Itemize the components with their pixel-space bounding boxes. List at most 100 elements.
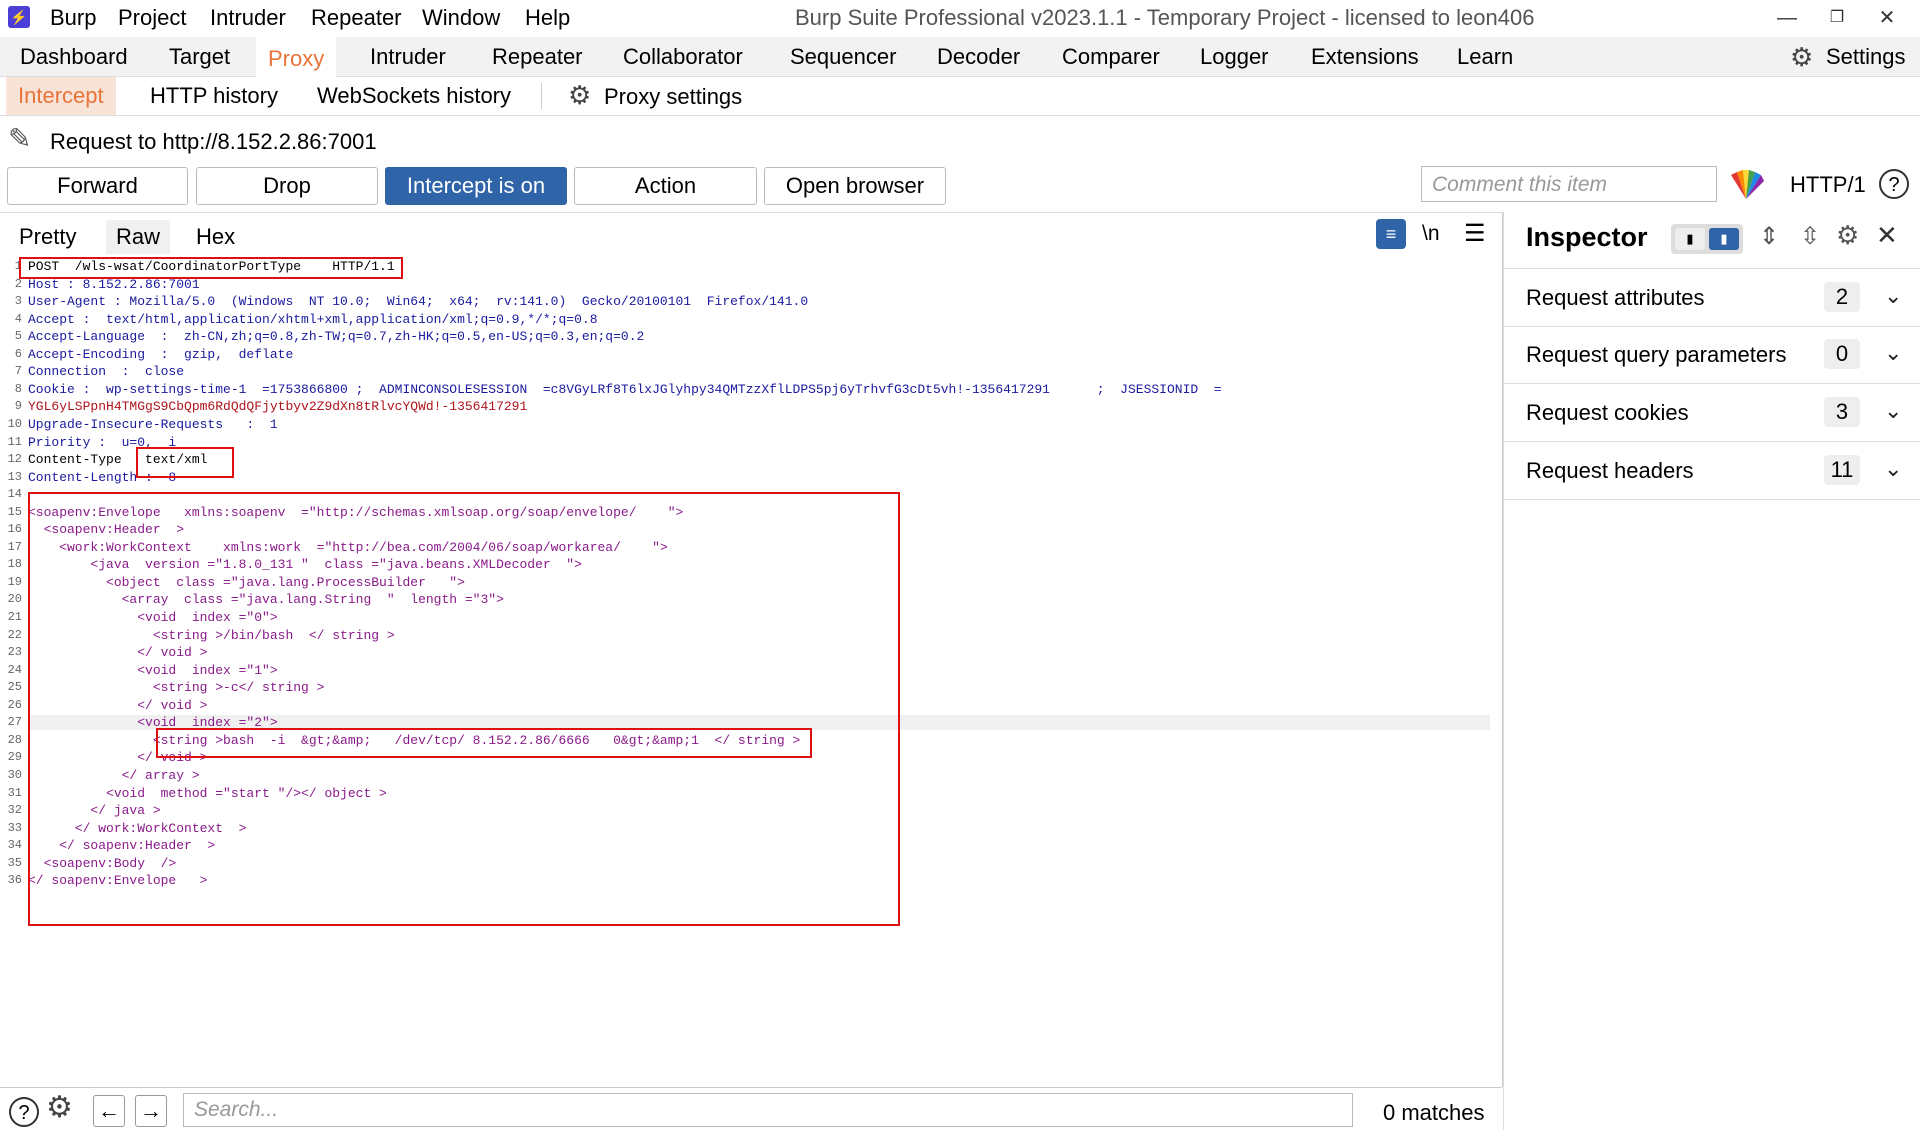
line-number: 4	[14, 311, 22, 326]
tab-target[interactable]: Target	[157, 37, 242, 76]
tab-learn[interactable]: Learn	[1445, 37, 1525, 76]
minimize-icon[interactable]: —	[1762, 2, 1812, 34]
tab-decoder[interactable]: Decoder	[925, 37, 1032, 76]
inspector-section-query-parameters[interactable]: Request query parameters 0 ⌄	[1504, 326, 1920, 384]
annotation-box-soap-body	[28, 492, 900, 926]
gear-icon[interactable]: ⚙	[568, 80, 591, 111]
drop-button[interactable]: Drop	[196, 167, 378, 205]
menu-intruder[interactable]: Intruder	[210, 5, 286, 31]
tab-sequencer[interactable]: Sequencer	[778, 37, 908, 76]
divider	[541, 83, 542, 109]
line-number: 12	[7, 452, 22, 467]
line-number: 35	[7, 855, 22, 870]
open-browser-button[interactable]: Open browser	[764, 167, 946, 205]
gear-icon[interactable]: ⚙	[1836, 220, 1859, 251]
expand-all-icon[interactable]: ⇕	[1759, 222, 1779, 251]
code-line: Accept-Encoding : gzip, deflate	[28, 346, 294, 362]
line-number: 18	[7, 557, 22, 572]
tab-pretty[interactable]: Pretty	[9, 220, 86, 254]
restore-icon[interactable]: ❐	[1812, 2, 1862, 34]
tab-extensions[interactable]: Extensions	[1299, 37, 1431, 76]
menu-burp[interactable]: Burp	[50, 5, 96, 31]
tab-dashboard[interactable]: Dashboard	[8, 37, 140, 76]
layout-split-icon[interactable]: ▮	[1709, 228, 1739, 250]
chevron-down-icon[interactable]: ⌄	[1884, 456, 1902, 482]
line-number: 11	[7, 434, 22, 449]
tab-logger[interactable]: Logger	[1188, 37, 1281, 76]
line-number: 16	[7, 522, 22, 537]
code-line: Cookie : wp-settings-time-1 =1753866800 …	[28, 381, 1222, 397]
proxy-settings-link[interactable]: Proxy settings	[604, 84, 742, 110]
collapse-all-icon[interactable]: ⇳	[1800, 222, 1820, 251]
tab-collaborator[interactable]: Collaborator	[611, 37, 755, 76]
close-icon[interactable]: ✕	[1876, 220, 1898, 251]
inspector-section-headers[interactable]: Request headers 11 ⌄	[1504, 442, 1920, 500]
line-number: 20	[7, 592, 22, 607]
match-count: 0 matches	[1383, 1100, 1485, 1125]
tab-comparer[interactable]: Comparer	[1050, 37, 1172, 76]
word-wrap-icon[interactable]: ≡	[1376, 219, 1406, 249]
action-button[interactable]: Action	[574, 167, 757, 205]
search-input[interactable]: Search...	[183, 1093, 1353, 1127]
forward-button[interactable]: Forward	[7, 167, 188, 205]
line-number: 26	[7, 697, 22, 712]
menu-project[interactable]: Project	[118, 5, 186, 31]
help-icon[interactable]: ?	[1879, 169, 1909, 199]
gear-icon[interactable]: ⚙	[46, 1090, 73, 1125]
editor-menu-icon[interactable]: ☰	[1464, 219, 1486, 248]
tab-proxy[interactable]: Proxy	[256, 37, 337, 78]
settings-label[interactable]: Settings	[1826, 44, 1906, 70]
back-arrow-icon[interactable]: ←	[93, 1095, 125, 1127]
section-label: Request query parameters	[1526, 342, 1787, 367]
section-count: 0	[1824, 339, 1860, 369]
show-newlines-toggle[interactable]: \n	[1422, 222, 1440, 246]
line-number: 19	[7, 574, 22, 589]
gear-icon[interactable]: ⚙	[1790, 42, 1813, 73]
code-line: YGL6yLSPpnH4TMGgS9CbQpm6RdQdQFjytbyv2Z9d…	[28, 399, 528, 415]
line-number: 14	[7, 487, 22, 502]
intercept-toggle-button[interactable]: Intercept is on	[385, 167, 567, 205]
section-count: 3	[1824, 397, 1860, 427]
tab-http-history[interactable]: HTTP history	[138, 77, 290, 115]
menu-repeater[interactable]: Repeater	[311, 5, 402, 31]
section-count: 2	[1824, 282, 1860, 312]
layout-toggle: ▮ ▮	[1671, 224, 1743, 254]
line-number: 32	[7, 803, 22, 818]
line-number: 10	[7, 416, 22, 431]
chevron-down-icon[interactable]: ⌄	[1884, 398, 1902, 424]
tab-intruder[interactable]: Intruder	[358, 37, 458, 76]
pencil-icon[interactable]: ✎	[8, 122, 31, 155]
menu-help[interactable]: Help	[525, 5, 570, 31]
line-number: 23	[7, 645, 22, 660]
inspector-section-request-attributes[interactable]: Request attributes 2 ⌄	[1504, 268, 1920, 327]
proxy-sub-tab-bar: Intercept HTTP history WebSockets histor…	[0, 77, 1920, 116]
tab-raw[interactable]: Raw	[106, 220, 171, 254]
section-label: Request attributes	[1526, 285, 1705, 310]
highlight-color-icon[interactable]	[1727, 167, 1765, 201]
code-line: Upgrade-Insecure-Requests : 1	[28, 416, 278, 432]
line-number: 33	[7, 820, 22, 835]
forward-arrow-icon[interactable]: →	[135, 1095, 167, 1127]
inspector-section-cookies[interactable]: Request cookies 3 ⌄	[1504, 384, 1920, 442]
line-number: 22	[7, 627, 22, 642]
http-version-toggle[interactable]: HTTP/1	[1790, 172, 1866, 198]
line-number: 17	[7, 539, 22, 554]
tab-websockets-history[interactable]: WebSockets history	[305, 77, 523, 115]
inspector-panel: Inspector ▮ ▮ ⇕ ⇳ ⚙ ✕ Request attributes…	[1503, 212, 1920, 1130]
section-label: Request cookies	[1526, 400, 1689, 425]
menu-window[interactable]: Window	[422, 5, 500, 31]
close-icon[interactable]: ✕	[1862, 2, 1912, 34]
chevron-down-icon[interactable]: ⌄	[1884, 340, 1902, 366]
chevron-down-icon[interactable]: ⌄	[1884, 283, 1902, 309]
line-number: 8	[14, 381, 22, 396]
code-line: Connection : close	[28, 364, 185, 380]
comment-input[interactable]: Comment this item	[1421, 166, 1717, 202]
tab-repeater[interactable]: Repeater	[480, 37, 595, 76]
line-number: 15	[7, 504, 22, 519]
layout-single-icon[interactable]: ▮	[1675, 228, 1705, 250]
annotation-box-payload	[156, 728, 812, 758]
line-number: 5	[14, 329, 22, 344]
tab-hex[interactable]: Hex	[186, 220, 245, 254]
help-icon[interactable]: ?	[9, 1097, 39, 1127]
tab-intercept[interactable]: Intercept	[6, 77, 116, 115]
